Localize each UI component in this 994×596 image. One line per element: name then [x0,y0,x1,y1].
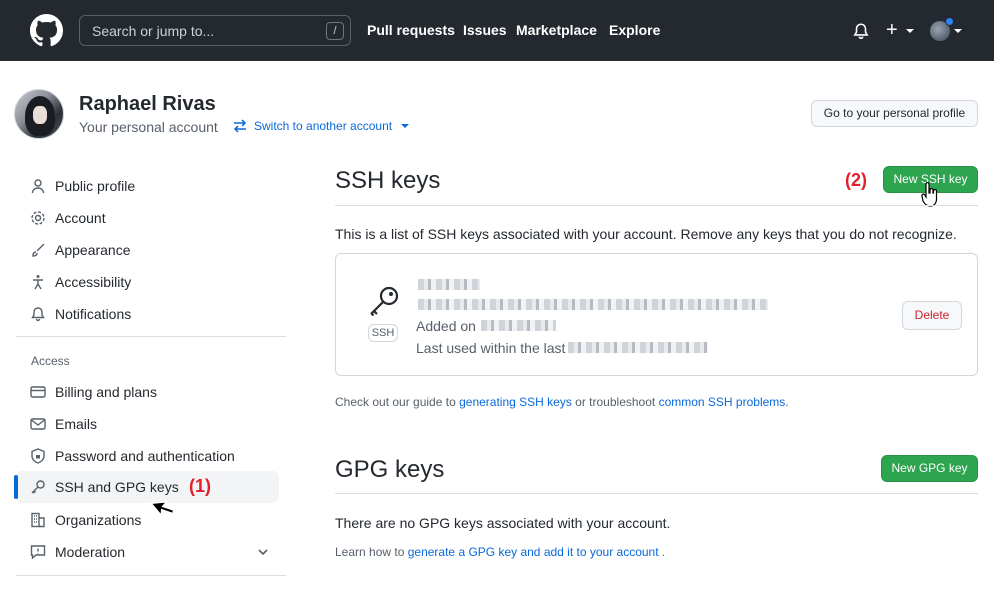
sidebar-item-billing[interactable]: Billing and plans [16,376,279,408]
key-icon [31,480,45,494]
sidebar-item-appearance[interactable]: Appearance [16,234,279,266]
sidebar-section-access: Access [31,354,70,368]
shield-lock-icon [31,448,45,464]
switch-account-link[interactable]: Switch to another account [232,119,410,133]
nav-issues[interactable]: Issues [463,22,507,38]
generate-gpg-key-link[interactable]: generate a GPG key and add it to your ac… [408,545,659,559]
sidebar-item-label: Billing and plans [55,384,157,400]
github-logo-icon[interactable] [30,14,63,47]
nav-explore[interactable]: Explore [609,22,660,38]
sidebar-item-label: Moderation [55,544,126,560]
gpg-empty-text: There are no GPG keys associated with yo… [335,515,671,531]
sidebar-item-accessibility[interactable]: Accessibility [16,266,279,298]
redacted-key-title [418,279,480,290]
ssh-description: This is a list of SSH keys associated wi… [335,226,957,242]
sidebar-item-moderation[interactable]: Moderation [16,536,279,568]
report-icon [30,545,46,560]
sidebar-item-label: Accessibility [55,274,132,290]
sidebar-item-notifications[interactable]: Notifications [16,298,279,330]
create-new-plus-icon[interactable]: + [886,20,898,40]
key-icon [370,286,399,317]
chevron-down-icon[interactable] [257,546,269,558]
paintbrush-icon [32,243,45,257]
nav-marketplace[interactable]: Marketplace [516,22,597,38]
sidebar-item-public-profile[interactable]: Public profile [16,170,279,202]
ssh-badge: SSH [368,324,398,342]
gpg-learn-text: Learn how to generate a GPG key and add … [335,545,666,559]
accessibility-icon [33,275,43,290]
person-icon [31,179,45,194]
sidebar-item-label: Account [55,210,106,226]
sidebar-divider [16,575,286,576]
global-header: Search or jump to... / Pull requests Iss… [0,0,994,61]
sidebar-divider [16,336,286,337]
annotation-step-1: (1) [189,476,211,496]
sidebar-item-label: Appearance [55,242,131,258]
sidebar-item-account[interactable]: Account [16,202,279,234]
sidebar-item-label: Organizations [55,512,142,528]
gpg-heading-divider [335,493,978,494]
switch-caret-icon [401,124,410,128]
organization-icon [31,512,45,528]
key-added-label: Added on [416,318,476,334]
redacted-last-used [568,342,708,353]
sidebar-item-label: Password and authentication [55,448,235,464]
common-ssh-problems-link[interactable]: common SSH problems [659,395,786,409]
search-shortcut-key: / [326,22,344,40]
bell-icon [31,307,45,322]
ssh-heading-divider [335,205,978,206]
redacted-added-date [481,320,556,331]
sidebar-item-label: Emails [55,416,98,432]
create-dropdown-caret-icon[interactable] [906,29,914,33]
credit-card-icon [30,386,46,398]
ssh-key-item: SSH Added on Last used within the last D… [335,253,978,376]
switch-account-label: Switch to another account [254,119,393,133]
search-placeholder: Search or jump to... [92,23,215,39]
delete-ssh-key-button[interactable]: Delete [902,301,962,330]
sidebar-item-organizations[interactable]: Organizations [16,504,279,536]
ssh-guide-text: Check out our guide to generating SSH ke… [335,395,789,409]
user-menu-caret-icon[interactable] [954,29,962,33]
sidebar-item-password-auth[interactable]: Password and authentication [16,440,279,472]
active-indicator [14,475,18,499]
generating-ssh-keys-link[interactable]: generating SSH keys [459,395,572,409]
gear-icon [31,211,45,225]
gpg-keys-heading: GPG keys [335,456,445,483]
annotation-step-2: (2) [845,170,867,190]
notifications-bell-icon[interactable] [852,22,870,40]
nav-pull-requests[interactable]: Pull requests [367,22,455,38]
key-last-used-label: Last used within the last [416,340,566,356]
search-input[interactable]: Search or jump to... / [79,15,351,46]
new-gpg-key-button[interactable]: New GPG key [881,455,978,482]
profile-name: Raphael Rivas [79,93,216,115]
sidebar-item-ssh-gpg-keys[interactable]: SSH and GPG keys [16,471,279,503]
sidebar-item-label: Notifications [55,306,132,322]
ssh-keys-heading: SSH keys [335,167,441,194]
sidebar-item-emails[interactable]: Emails [16,408,279,440]
profile-subtitle: Your personal account [79,119,218,135]
status-dot-icon [945,17,954,26]
profile-avatar [14,89,64,139]
redacted-key-fingerprint [418,299,768,310]
arrow-switch-icon [233,119,247,133]
go-to-profile-button[interactable]: Go to your personal profile [811,100,978,127]
sidebar-item-label: Public profile [55,178,136,194]
mail-icon [30,418,46,430]
